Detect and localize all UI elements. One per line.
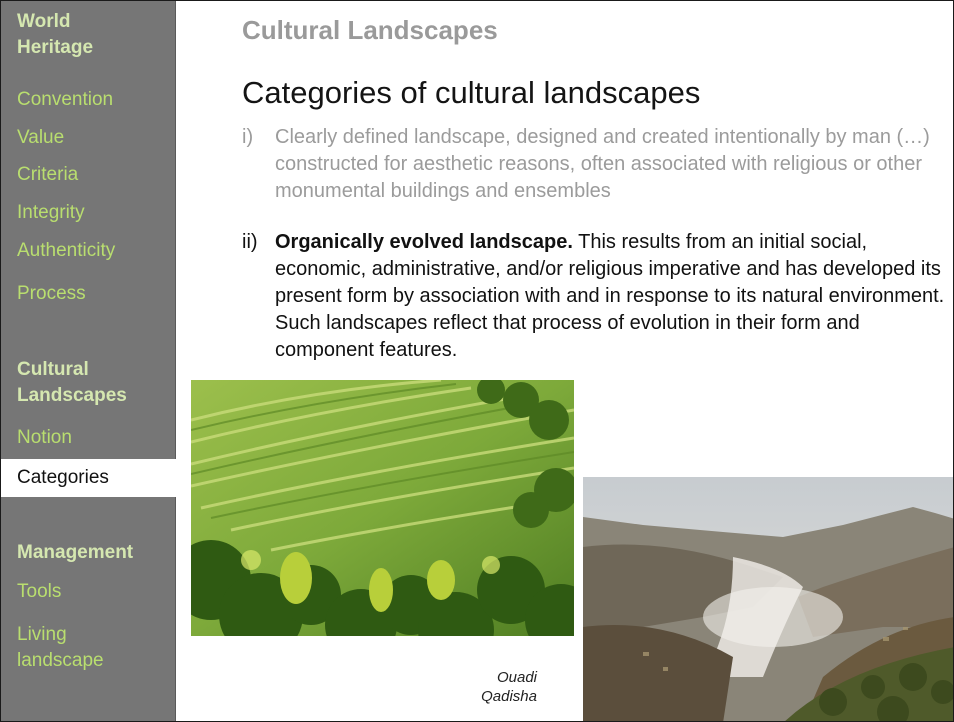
slide-heading: Categories of cultural landscapes xyxy=(242,75,701,110)
nav-item-value[interactable]: Value xyxy=(17,125,64,151)
item-number: ii) xyxy=(242,231,258,253)
nav-heading-world-heritage[interactable]: World Heritage xyxy=(17,9,137,61)
section-title: Cultural Landscapes xyxy=(242,15,498,45)
slide-frame: World Heritage Convention Value Criteria… xyxy=(0,0,954,722)
valley-mist-photo xyxy=(583,477,953,721)
nav-item-process[interactable]: Process xyxy=(17,281,86,307)
nav-item-categories-active[interactable]: Categories xyxy=(1,459,177,497)
item-text: Clearly defined landscape, designed and … xyxy=(275,126,930,202)
item-text-block: Organically evolved landscape. This resu… xyxy=(275,229,953,364)
nav-heading-management[interactable]: Management xyxy=(17,540,133,566)
nav-heading-cultural-landscapes[interactable]: Cultural Landscapes xyxy=(17,357,157,409)
nav-item-living-landscape[interactable]: Living landscape xyxy=(17,622,127,674)
nav-item-integrity[interactable]: Integrity xyxy=(17,200,85,226)
photo-caption: Ouadi Qadisha xyxy=(481,669,537,705)
nav-item-criteria[interactable]: Criteria xyxy=(17,162,78,188)
terraced-landscape-photo xyxy=(191,380,574,636)
category-item-i: i) Clearly defined landscape, designed a… xyxy=(242,124,953,205)
sidebar-nav: World Heritage Convention Value Criteria… xyxy=(1,1,177,721)
nav-item-convention[interactable]: Convention xyxy=(17,87,113,113)
item-number: i) xyxy=(242,126,254,148)
nav-item-authenticity[interactable]: Authenticity xyxy=(17,238,115,264)
category-item-ii: ii) Organically evolved landscape. This … xyxy=(242,229,953,364)
nav-item-notion[interactable]: Notion xyxy=(17,425,72,451)
item-bold-lead: Organically evolved landscape. xyxy=(275,231,573,253)
nav-item-tools[interactable]: Tools xyxy=(17,579,61,605)
